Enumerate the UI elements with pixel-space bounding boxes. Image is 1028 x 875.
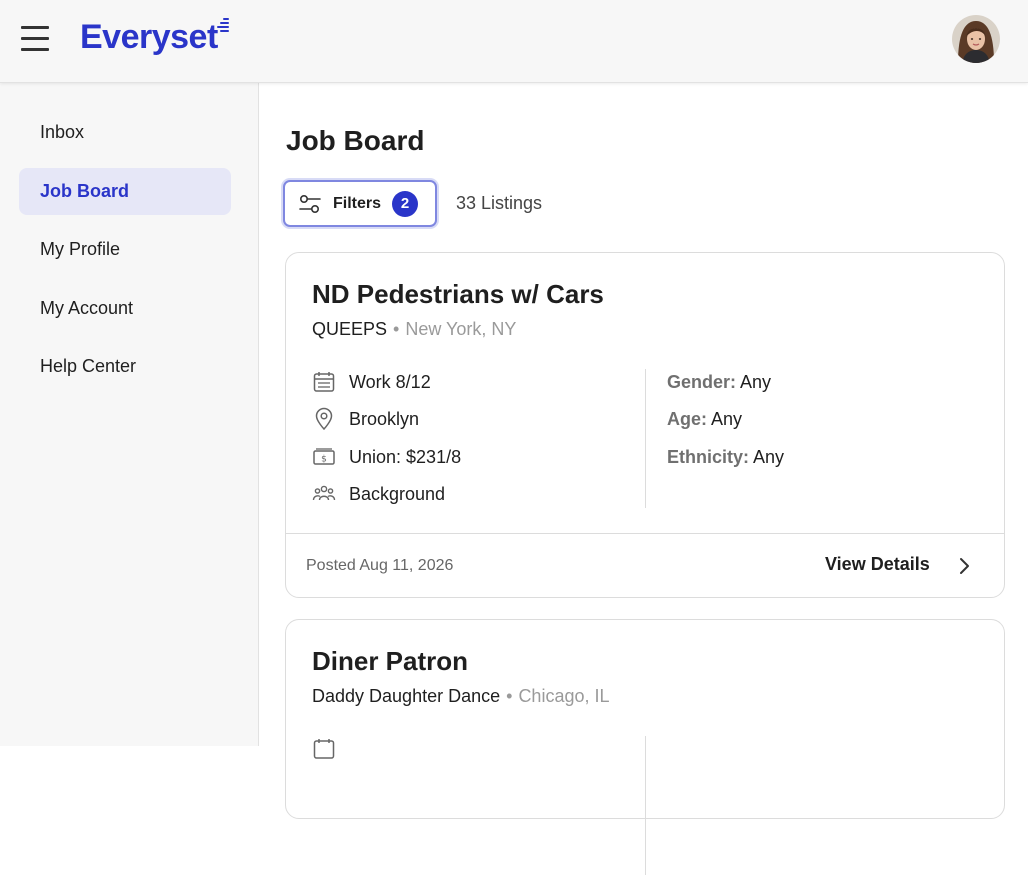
user-avatar[interactable] — [952, 15, 1000, 63]
card-divider — [645, 369, 646, 508]
job-title: ND Pedestrians w/ Cars — [312, 279, 604, 309]
location-pin-icon — [315, 407, 333, 431]
sidebar-item-inbox[interactable]: Inbox — [19, 109, 231, 156]
money-icon: $ — [313, 448, 335, 465]
req-ethnicity: Ethnicity: Any — [667, 447, 785, 467]
svg-text:$: $ — [321, 455, 327, 465]
view-details-link[interactable]: View Details — [825, 554, 930, 575]
page-title: Job Board — [286, 125, 425, 156]
req-gender: Gender: Any — [667, 372, 772, 392]
top-bar: Everyset — [0, 0, 1028, 83]
card-divider — [645, 736, 646, 875]
job-production: QUEEPS — [312, 319, 388, 339]
card-footer-divider — [286, 533, 1004, 534]
job-title: Diner Patron — [312, 646, 469, 676]
req-age: Age: Any — [667, 409, 743, 429]
hamburger-icon[interactable] — [19, 24, 51, 54]
job-subtitle: QUEEPS • New York, NY — [312, 319, 517, 339]
calendar-icon — [313, 739, 335, 759]
main-content: Job Board Filters 2 33 Listings ND Pedes… — [259, 83, 1028, 875]
job-card[interactable]: Diner Patron Daddy Daughter Dance • Chicag… — [285, 619, 1005, 875]
job-card[interactable]: ND Pedestrians w/ Cars QUEEPS • New York, … — [285, 252, 1005, 598]
sidebar: Inbox Job Board My Profile My Account He… — [0, 83, 259, 746]
calendar-icon — [313, 372, 335, 392]
listings-count: 33 Listings — [456, 193, 543, 213]
filter-sliders-icon — [299, 194, 321, 214]
filters-count-badge: 2 — [392, 191, 418, 217]
sidebar-item-help-center[interactable]: Help Center — [19, 343, 231, 390]
people-icon — [312, 485, 336, 501]
chevron-right-icon[interactable] — [956, 556, 972, 576]
logo-mark-icon — [217, 18, 229, 32]
job-location: Chicago, IL — [518, 686, 610, 706]
filters-button[interactable]: Filters 2 — [283, 180, 437, 227]
posted-date: Posted Aug 11, 2026 — [306, 557, 454, 574]
sidebar-item-job-board[interactable]: Job Board — [19, 168, 231, 215]
job-production: Daddy Daughter Dance — [312, 686, 501, 706]
sidebar-item-my-profile[interactable]: My Profile — [19, 226, 231, 273]
job-subtitle: Daddy Daughter Dance • Chicago, IL — [312, 686, 610, 706]
app-logo[interactable]: Everyset — [80, 18, 218, 57]
sidebar-item-my-account[interactable]: My Account — [19, 285, 231, 332]
job-location: New York, NY — [405, 319, 517, 339]
filters-label: Filters — [333, 195, 382, 212]
